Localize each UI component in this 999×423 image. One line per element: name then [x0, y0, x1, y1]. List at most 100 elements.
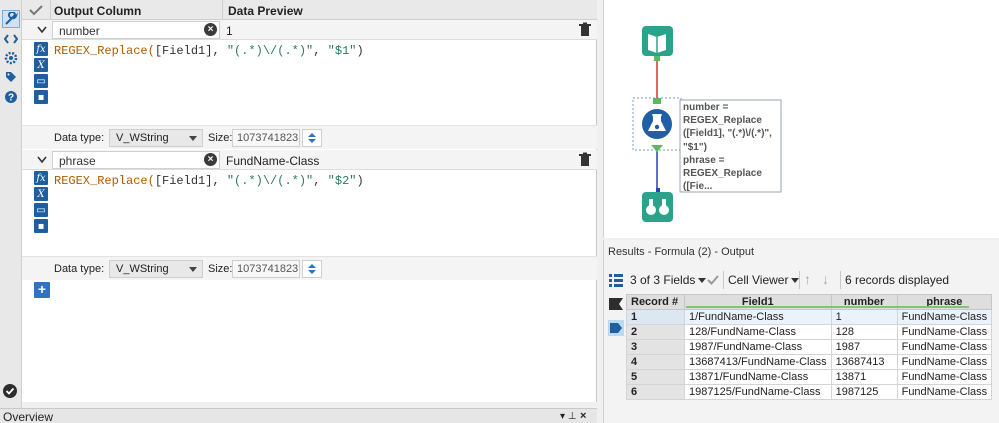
- formula-row-number: number × 1: [22, 20, 597, 40]
- results-panel: Results - Formula (2) - Output 3 of 3 Fi…: [603, 240, 999, 423]
- cell-viewer-dropdown[interactable]: Cell Viewer: [728, 273, 800, 287]
- size-stepper[interactable]: [302, 260, 322, 278]
- workflow-canvas[interactable]: number = REGEX_Replace ([Field1], "(.*)\/(…: [603, 0, 999, 238]
- table-cell[interactable]: FundName-Class: [896, 354, 993, 370]
- table-cell[interactable]: FundName-Class: [896, 369, 993, 385]
- variables-icon[interactable]: X: [34, 58, 48, 72]
- size-input[interactable]: 1073741823: [232, 260, 300, 278]
- workflow-graph: [632, 26, 782, 222]
- table-cell[interactable]: 2: [626, 324, 685, 340]
- chevron-down-icon[interactable]: [36, 153, 48, 167]
- fields-dropdown[interactable]: 3 of 3 Fields: [630, 273, 707, 287]
- open-folder-icon[interactable]: ▭: [34, 74, 48, 88]
- annotation-line: ([Field1], "(.*)\/(.*)",: [683, 128, 772, 140]
- table-cell[interactable]: FundName-Class: [896, 339, 993, 355]
- table-cell[interactable]: 13871: [830, 369, 898, 385]
- formula-grid-header: Output Column Data Preview: [22, 0, 597, 20]
- code-icon[interactable]: [2, 30, 20, 48]
- metadata-icon[interactable]: [608, 296, 624, 312]
- table-row[interactable]: 1 1/FundName-Class 1 FundName-Class: [626, 309, 993, 325]
- expression-toolbar: fx X ▭ ▪: [34, 42, 50, 106]
- annotation-line: phrase =: [683, 154, 725, 166]
- close-icon[interactable]: ×: [580, 410, 586, 422]
- chevron-down-icon[interactable]: [36, 23, 48, 37]
- formula-row-phrase: phrase × FundName-Class: [22, 150, 597, 170]
- formula-config-panel: Output Column Data Preview number × 1 fx…: [22, 0, 597, 402]
- table-cell[interactable]: 1987125: [830, 384, 898, 400]
- wrench-icon[interactable]: [2, 10, 20, 28]
- arrow-down-icon[interactable]: ↓: [822, 271, 829, 287]
- expression-editor[interactable]: REGEX_Replace([Field1], "(.*)\/(.*)", "$…: [54, 174, 364, 188]
- size-stepper[interactable]: [302, 129, 322, 147]
- data-type-row: Data type: V_WString Size: 1073741823: [22, 125, 597, 149]
- data-type-select[interactable]: V_WString: [109, 129, 203, 147]
- table-cell[interactable]: FundName-Class: [896, 324, 993, 340]
- table-row[interactable]: 6 1987125/FundName-Class 1987125 FundName-C…: [626, 384, 993, 400]
- formula-tool[interactable]: [632, 97, 682, 152]
- variables-icon[interactable]: X: [34, 187, 48, 201]
- table-cell[interactable]: 1: [830, 309, 898, 325]
- list-icon[interactable]: [608, 272, 624, 288]
- table-cell[interactable]: 1987125/FundName-Class: [684, 384, 832, 400]
- expression-editor[interactable]: REGEX_Replace([Field1], "(.*)\/(.*)", "$…: [54, 44, 364, 58]
- function-icon[interactable]: fx: [34, 42, 48, 56]
- annotation-line: "$1"): [683, 141, 707, 153]
- selected-fields-indicator: [686, 306, 969, 308]
- table-cell[interactable]: 1: [626, 309, 685, 325]
- table-cell[interactable]: 1987/FundName-Class: [684, 339, 832, 355]
- add-formula-button[interactable]: +: [34, 282, 50, 298]
- arrow-up-icon[interactable]: ↑: [804, 271, 811, 287]
- results-toolbar: 3 of 3 Fields Cell Viewer ↑ ↓ 6 records …: [604, 268, 999, 292]
- save-icon[interactable]: ▪: [34, 90, 48, 104]
- table-cell[interactable]: 128/FundName-Class: [684, 324, 832, 340]
- help-icon[interactable]: ?: [2, 88, 20, 106]
- function-icon[interactable]: fx: [34, 171, 48, 185]
- table-row[interactable]: 4 13687413/FundName-Class 13687413 FundName…: [626, 354, 993, 370]
- annotation-line: REGEX_Replace: [683, 115, 762, 127]
- clear-icon[interactable]: ×: [204, 153, 217, 166]
- clear-icon[interactable]: ×: [204, 23, 217, 36]
- tag-icon[interactable]: [2, 68, 20, 86]
- save-icon[interactable]: ▪: [34, 219, 48, 233]
- browse-tool[interactable]: [642, 188, 673, 222]
- results-table: Record # Field1 number phrase 1 1/FundName-C…: [626, 294, 993, 400]
- table-cell[interactable]: 1/FundName-Class: [684, 309, 832, 325]
- check-icon[interactable]: [707, 274, 719, 286]
- records-count: 6 records displayed: [845, 273, 950, 287]
- chevron-down-icon: [189, 136, 197, 141]
- table-cell[interactable]: 1987: [830, 339, 898, 355]
- data-view-icon[interactable]: [608, 320, 624, 336]
- column-header[interactable]: Record #: [626, 294, 685, 310]
- data-type-row: Data type: V_WString Size: 1073741823: [22, 256, 597, 280]
- size-input[interactable]: 1073741823: [232, 129, 300, 147]
- data-preview-header: Data Preview: [228, 4, 303, 18]
- table-row[interactable]: 5 13871/FundName-Class 13871 FundName-Class: [626, 369, 993, 385]
- open-folder-icon[interactable]: ▭: [34, 203, 48, 217]
- table-row[interactable]: 3 1987/FundName-Class 1987 FundName-Class: [626, 339, 993, 355]
- select-all-check[interactable]: [24, 2, 48, 18]
- table-cell[interactable]: 4: [626, 354, 685, 370]
- output-column-input[interactable]: phrase: [52, 151, 220, 169]
- table-cell[interactable]: 128: [830, 324, 898, 340]
- table-cell[interactable]: 13871/FundName-Class: [684, 369, 832, 385]
- input-data-tool[interactable]: [642, 26, 673, 61]
- table-cell[interactable]: 5: [626, 369, 685, 385]
- data-type-select[interactable]: V_WString: [109, 260, 203, 278]
- table-cell[interactable]: FundName-Class: [896, 309, 993, 325]
- table-cell[interactable]: FundName-Class: [896, 384, 993, 400]
- table-cell[interactable]: 13687413/FundName-Class: [684, 354, 832, 370]
- data-preview-value: 1: [226, 24, 233, 38]
- gear-icon[interactable]: [2, 49, 20, 67]
- overview-bar: Overview ▾ ⊥ ×: [0, 408, 597, 423]
- chevron-down-icon: [698, 278, 707, 284]
- check-status-icon: [3, 384, 17, 398]
- table-cell[interactable]: 13687413: [830, 354, 898, 370]
- trash-icon[interactable]: [578, 152, 592, 168]
- table-cell[interactable]: 3: [626, 339, 685, 355]
- trash-icon[interactable]: [578, 22, 592, 38]
- table-cell[interactable]: 6: [626, 384, 685, 400]
- table-row[interactable]: 2 128/FundName-Class 128 FundName-Class: [626, 324, 993, 340]
- pin-icon[interactable]: ▾ ⊥: [560, 411, 577, 422]
- output-column-input[interactable]: number: [52, 21, 220, 39]
- chevron-down-icon: [189, 267, 197, 272]
